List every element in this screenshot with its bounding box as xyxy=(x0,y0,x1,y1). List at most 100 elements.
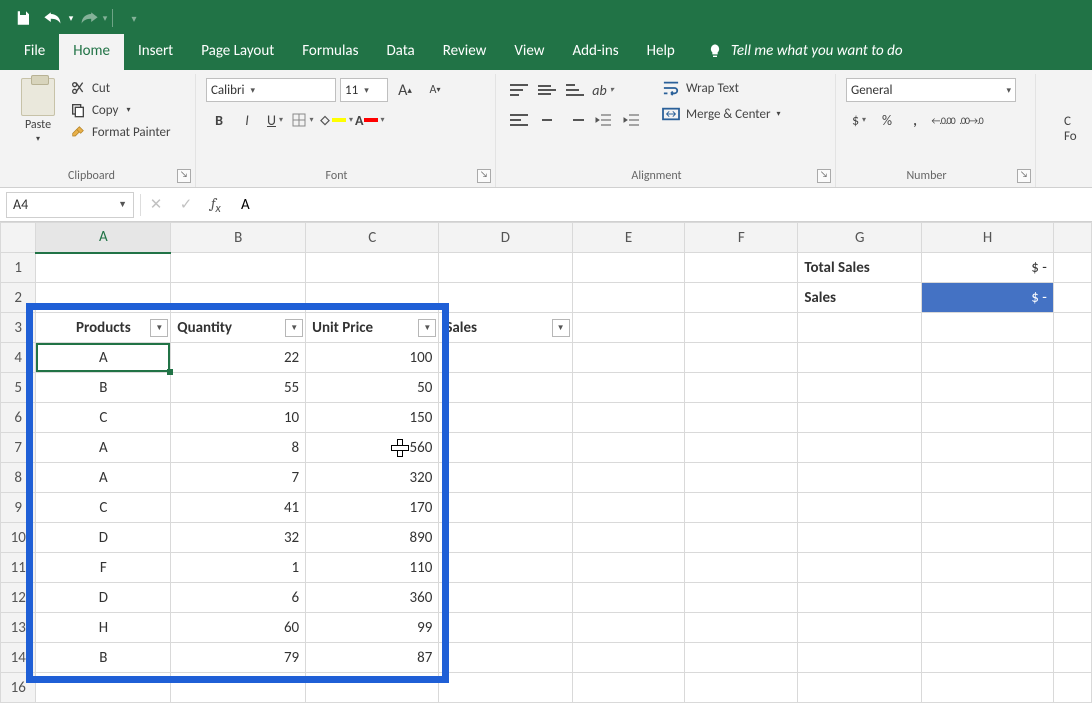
cancel-formula-button[interactable]: ✕ xyxy=(141,192,171,218)
decrease-font-button[interactable]: A▾ xyxy=(422,78,448,102)
cell-quantity[interactable]: 60 xyxy=(171,613,306,643)
cell[interactable] xyxy=(685,643,798,673)
cell[interactable] xyxy=(685,613,798,643)
cell[interactable] xyxy=(798,343,922,373)
name-box[interactable]: A4 ▼ xyxy=(6,192,134,218)
accounting-format-button[interactable]: $▾ xyxy=(846,108,872,132)
cell[interactable] xyxy=(306,283,439,313)
cell[interactable] xyxy=(439,583,572,613)
cell-unitprice[interactable]: 890 xyxy=(306,523,439,553)
cell[interactable] xyxy=(439,373,572,403)
cell[interactable] xyxy=(685,523,798,553)
cell[interactable] xyxy=(798,313,922,343)
worksheet-grid[interactable]: ABCDEFGH1Total Sales$ -2Sales$ -3Product… xyxy=(0,222,1092,703)
cell[interactable] xyxy=(685,283,798,313)
cell[interactable] xyxy=(685,253,798,283)
underline-button[interactable]: U▾ xyxy=(262,108,288,132)
cell-quantity[interactable]: 79 xyxy=(171,643,306,673)
cell-h2[interactable]: $ - xyxy=(922,283,1054,313)
cell[interactable] xyxy=(798,673,922,703)
col-header-H[interactable]: H xyxy=(922,223,1054,253)
col-header-G[interactable]: G xyxy=(798,223,922,253)
cell[interactable] xyxy=(439,433,572,463)
decrease-indent-button[interactable] xyxy=(590,108,616,132)
cell[interactable] xyxy=(171,673,306,703)
cell[interactable] xyxy=(922,433,1054,463)
tab-page-layout[interactable]: Page Layout xyxy=(187,34,288,70)
fill-color-button[interactable]: ▾ xyxy=(318,108,353,132)
number-dialog-launcher[interactable]: ↘ xyxy=(1017,169,1031,183)
row-header-4[interactable]: 4 xyxy=(1,343,36,373)
table-header-quantity[interactable]: Quantity▼ xyxy=(171,313,306,343)
row-header-16[interactable]: 16 xyxy=(1,673,36,703)
cell[interactable] xyxy=(685,463,798,493)
tab-help[interactable]: Help xyxy=(633,34,689,70)
percent-format-button[interactable]: % xyxy=(874,108,900,132)
cell[interactable] xyxy=(572,403,685,433)
table-header-unitprice[interactable]: Unit Price▼ xyxy=(306,313,439,343)
cell-unitprice[interactable]: 100 xyxy=(306,343,439,373)
tab-home[interactable]: Home xyxy=(59,34,124,70)
insert-function-button[interactable]: fx xyxy=(201,192,231,218)
cell[interactable] xyxy=(572,493,685,523)
formula-input[interactable] xyxy=(231,192,1092,218)
filter-button[interactable]: ▼ xyxy=(285,319,303,337)
row-header-2[interactable]: 2 xyxy=(1,283,36,313)
cell[interactable] xyxy=(439,643,572,673)
tab-data[interactable]: Data xyxy=(372,34,428,70)
select-all-corner[interactable] xyxy=(1,223,36,253)
cell[interactable] xyxy=(439,463,572,493)
cell-unitprice[interactable]: 170 xyxy=(306,493,439,523)
filter-button[interactable]: ▼ xyxy=(418,319,436,337)
cell-product[interactable]: H xyxy=(36,613,171,643)
cell-quantity[interactable]: 55 xyxy=(171,373,306,403)
cell[interactable] xyxy=(306,253,439,283)
cell[interactable] xyxy=(439,493,572,523)
cell[interactable] xyxy=(439,253,572,283)
filter-button[interactable]: ▼ xyxy=(150,319,168,337)
row-header-13[interactable]: 13 xyxy=(1,613,36,643)
cell[interactable] xyxy=(922,343,1054,373)
row-header-7[interactable]: 7 xyxy=(1,433,36,463)
wrap-text-button[interactable]: Wrap Text xyxy=(658,78,785,98)
col-header-F[interactable]: F xyxy=(685,223,798,253)
cell[interactable] xyxy=(36,253,171,283)
tell-me-search[interactable]: Tell me what you want to do xyxy=(689,42,913,70)
cell[interactable] xyxy=(685,373,798,403)
increase-decimal-button[interactable]: ←.0.00 xyxy=(930,108,956,132)
font-name-combo[interactable]: Calibri▾ xyxy=(206,78,336,102)
cell[interactable] xyxy=(572,433,685,463)
cell[interactable] xyxy=(685,673,798,703)
tab-file[interactable]: File xyxy=(10,34,59,70)
cell-quantity[interactable]: 32 xyxy=(171,523,306,553)
cell[interactable] xyxy=(922,463,1054,493)
row-header-5[interactable]: 5 xyxy=(1,373,36,403)
cell[interactable] xyxy=(922,493,1054,523)
cell[interactable] xyxy=(171,283,306,313)
cell[interactable] xyxy=(572,643,685,673)
cell[interactable] xyxy=(572,283,685,313)
cell[interactable] xyxy=(922,373,1054,403)
cell[interactable] xyxy=(922,673,1054,703)
cell-unitprice[interactable]: 87 xyxy=(306,643,439,673)
align-center-button[interactable] xyxy=(534,108,560,132)
bold-button[interactable]: B xyxy=(206,108,232,132)
cell[interactable] xyxy=(171,253,306,283)
cell[interactable] xyxy=(922,583,1054,613)
cell[interactable] xyxy=(572,523,685,553)
cell-unitprice[interactable]: 360 xyxy=(306,583,439,613)
cell[interactable] xyxy=(306,673,439,703)
cell-g2[interactable]: Sales xyxy=(798,283,922,313)
cell-quantity[interactable]: 22 xyxy=(171,343,306,373)
row-header-12[interactable]: 12 xyxy=(1,583,36,613)
align-middle-button[interactable] xyxy=(534,78,560,102)
row-header-9[interactable]: 9 xyxy=(1,493,36,523)
col-header-B[interactable]: B xyxy=(171,223,306,253)
cell[interactable] xyxy=(572,313,685,343)
tab-view[interactable]: View xyxy=(500,34,558,70)
cell[interactable] xyxy=(572,613,685,643)
cell-product[interactable]: B xyxy=(36,373,171,403)
cell-product[interactable]: C xyxy=(36,493,171,523)
cell[interactable] xyxy=(572,463,685,493)
cell-quantity[interactable]: 8 xyxy=(171,433,306,463)
